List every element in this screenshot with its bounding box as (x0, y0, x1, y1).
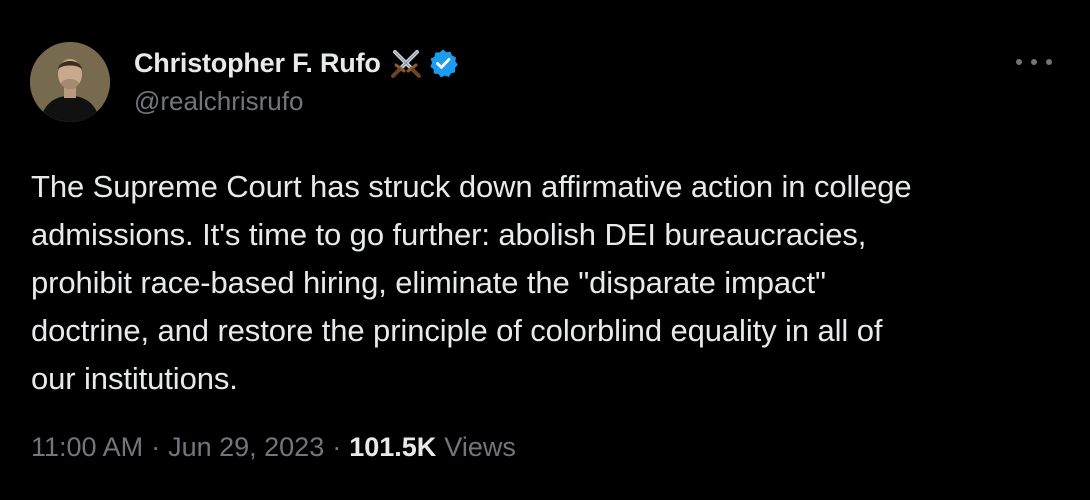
tweet-card: Christopher F. Rufo @realchrisrufo The S… (0, 0, 1090, 500)
verified-badge-icon[interactable] (428, 48, 458, 78)
author-handle[interactable]: @realchrisrufo (134, 86, 458, 117)
tweet-text-line: prohibit race-based hiring, eliminate th… (31, 265, 826, 300)
tweet-metadata: 11:00 AM · Jun 29, 2023 · 101.5K Views (31, 432, 516, 463)
tweet-text-line: The Supreme Court has struck down affirm… (31, 169, 912, 204)
meta-separator: · (332, 432, 342, 462)
more-options-icon[interactable] (1016, 50, 1052, 74)
tweet-text-line: doctrine, and restore the principle of c… (31, 313, 883, 348)
author-display-name[interactable]: Christopher F. Rufo (134, 48, 381, 79)
tweet-text: The Supreme Court has struck down affirm… (31, 163, 1061, 403)
tweet-text-line: our institutions. (31, 361, 238, 396)
author-name-row: Christopher F. Rufo (134, 44, 458, 82)
avatar-image (30, 42, 110, 122)
views-count: 101.5K (349, 432, 437, 462)
tweet-date[interactable]: Jun 29, 2023 (168, 432, 324, 463)
tweet-time[interactable]: 11:00 AM (31, 432, 143, 463)
tweet-header: Christopher F. Rufo @realchrisrufo (134, 44, 458, 117)
meta-separator: · (151, 432, 161, 462)
crossed-swords-icon (389, 46, 423, 80)
tweet-text-line: admissions. It's time to go further: abo… (31, 217, 867, 252)
views-label: Views (444, 432, 516, 462)
avatar[interactable] (30, 42, 110, 122)
